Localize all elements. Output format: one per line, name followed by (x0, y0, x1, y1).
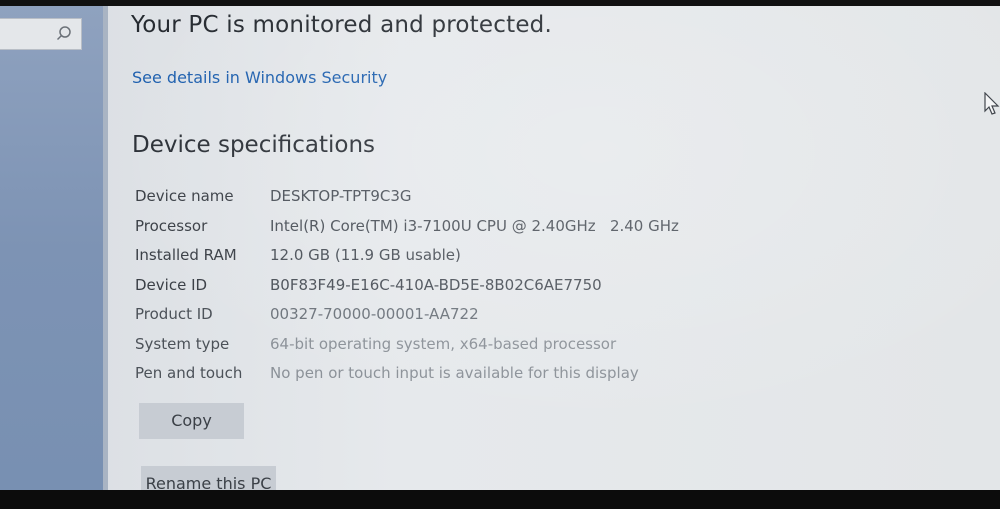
screen-bezel (0, 490, 1000, 509)
windows-security-link[interactable]: See details in Windows Security (132, 68, 387, 87)
spec-label: Pen and touch (135, 364, 243, 382)
copy-button[interactable]: Copy (139, 403, 244, 439)
sidebar (0, 6, 103, 490)
spec-value: No pen or touch input is available for t… (270, 364, 639, 382)
rename-pc-button[interactable]: Rename this PC (141, 466, 276, 490)
security-status-heading: Your PC is monitored and protected. (131, 12, 552, 38)
spec-value: 64-bit operating system, x64-based proce… (270, 334, 617, 353)
search-icon[interactable] (55, 25, 73, 43)
spec-value: B0F83F49-E16C-410A-BD5E-8B02C6AE7750 (270, 275, 602, 294)
spec-label: System type (135, 334, 230, 353)
device-specifications-title: Device specifications (132, 132, 376, 158)
spec-value: Intel(R) Core(TM) i3-7100U CPU @ 2.40GHz… (270, 216, 679, 235)
settings-window: Your PC is monitored and protected. See … (0, 6, 1000, 490)
spec-label: Product ID (135, 305, 213, 323)
spec-label: Installed RAM (135, 246, 237, 264)
spec-value: 00327-70000-00001-AA722 (270, 305, 479, 323)
spec-label: Device name (135, 187, 234, 205)
spec-label: Device ID (135, 275, 208, 294)
mouse-cursor-icon (984, 92, 1000, 115)
spec-value: DESKTOP-TPT9C3G (270, 187, 412, 205)
spec-value: 12.0 GB (11.9 GB usable) (270, 246, 461, 264)
search-input[interactable] (0, 18, 82, 50)
about-page: Your PC is monitored and protected. See … (108, 6, 1000, 490)
spec-label: Processor (135, 216, 208, 235)
